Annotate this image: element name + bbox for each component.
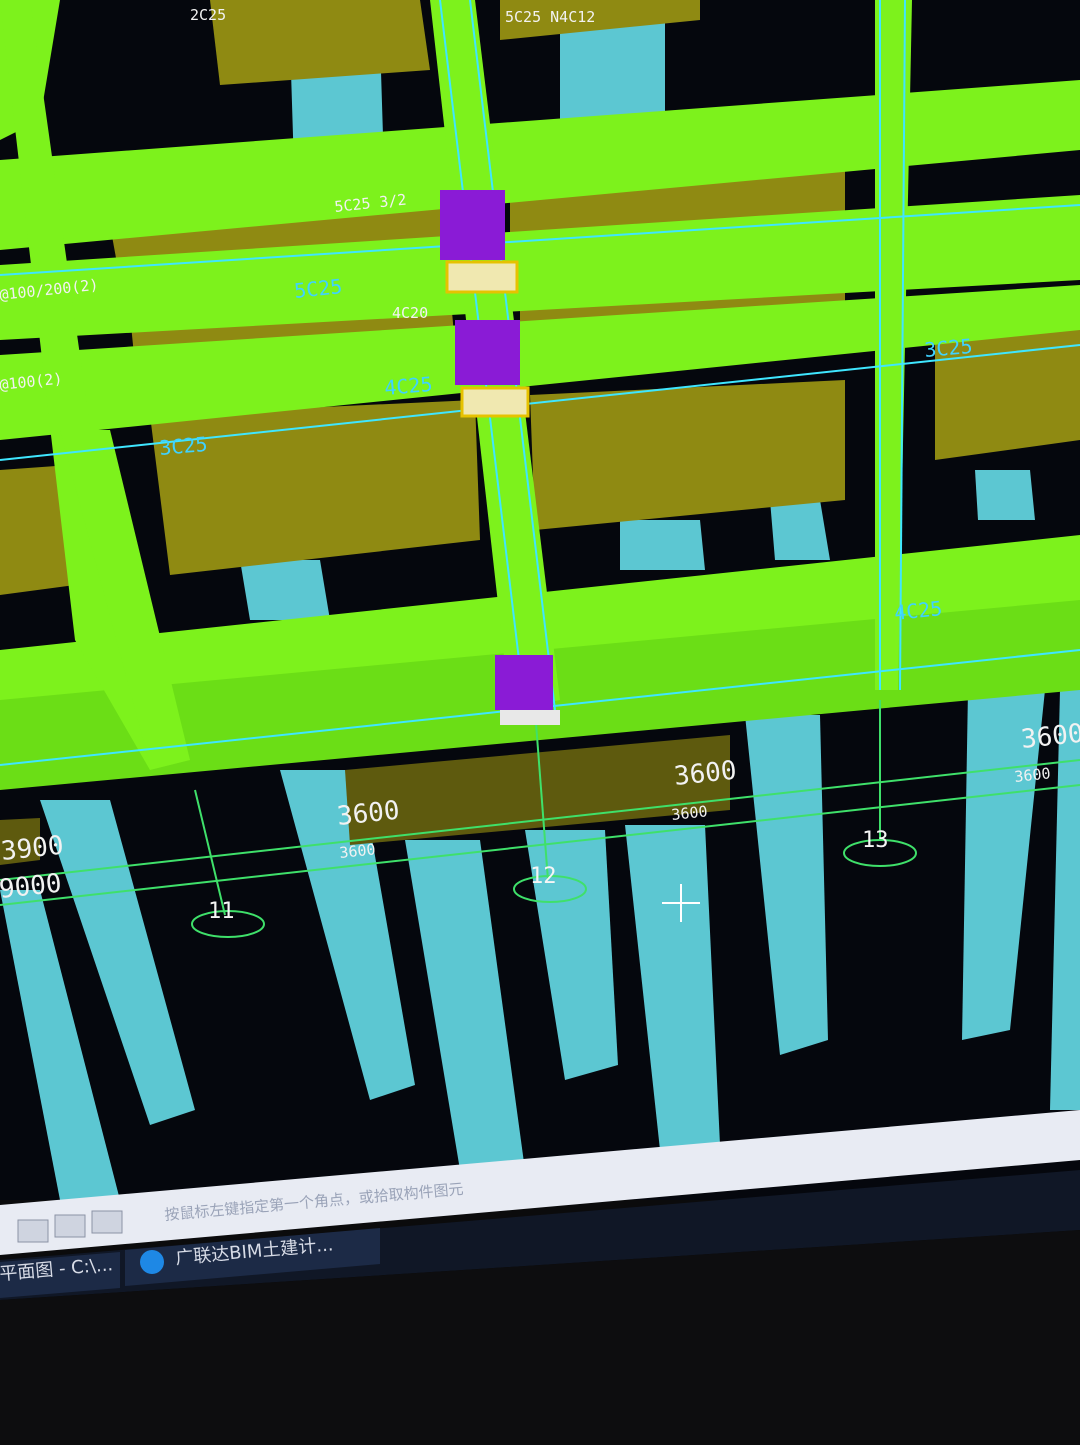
tool-icon[interactable] <box>17 1219 49 1243</box>
beam-label: 3C25 <box>923 334 973 362</box>
dimension-sub-label: 3600 <box>1014 764 1052 786</box>
beam-label: 4C20 <box>392 304 428 322</box>
column[interactable] <box>975 470 1035 520</box>
dimension-sub-label: 3600 <box>671 802 709 824</box>
tool-icon[interactable] <box>54 1214 86 1238</box>
beam-label: 4C25 <box>383 372 433 400</box>
beam-label: 5C25 <box>293 274 343 303</box>
column[interactable] <box>770 500 830 560</box>
slab[interactable] <box>210 0 430 85</box>
beam-label: 3C25 <box>158 432 208 460</box>
app-icon <box>140 1250 164 1274</box>
beam-label: 2C25 <box>190 6 226 24</box>
axis-label: 11 <box>208 899 235 924</box>
axis-label: 13 <box>862 828 889 853</box>
beam-label: 4C25 <box>893 596 943 625</box>
column[interactable] <box>240 560 330 620</box>
tool-icon[interactable] <box>91 1210 123 1234</box>
beam-label: 5C25 N4C12 <box>505 8 595 26</box>
axis-label: 12 <box>530 864 557 889</box>
dimension-label: 3600 <box>1020 719 1080 755</box>
column[interactable] <box>620 520 705 570</box>
dimension-sub-label: 3600 <box>339 840 377 862</box>
cad-workspace[interactable]: 2C25 5C25 N4C12 5C25 3/2 4C20 4C25 3C25 … <box>0 0 1080 1440</box>
model-viewport[interactable]: 2C25 5C25 N4C12 5C25 3/2 4C20 4C25 3C25 … <box>0 0 1080 1440</box>
